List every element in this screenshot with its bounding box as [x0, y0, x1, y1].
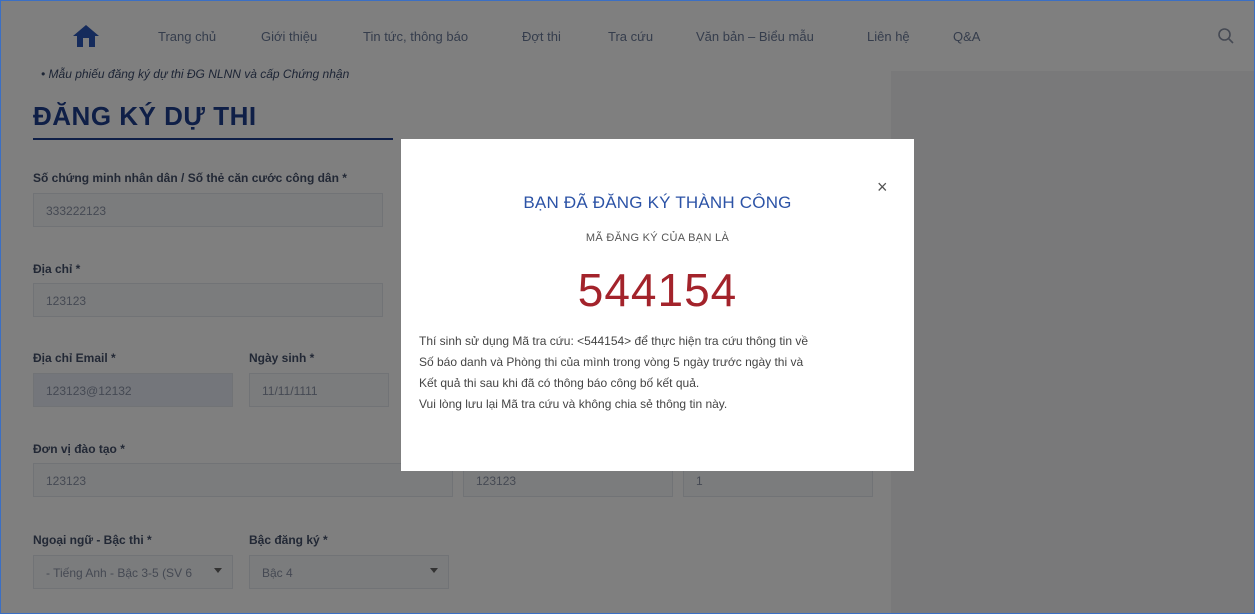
registration-code: 544154 — [577, 264, 738, 316]
modal-message: Thí sinh sử dụng Mã tra cứu: <544154> để… — [419, 331, 899, 415]
modal-message-line: Số báo danh và Phòng thi của mình trong … — [419, 355, 804, 369]
modal-message-line: Thí sinh sử dụng Mã tra cứu: <544154> để… — [419, 334, 809, 348]
modal-message-line: Kết quả thi sau khi đã có thông báo công… — [419, 376, 700, 390]
page-frame: Trang chủ Giới thiệu Tin tức, thông báo … — [0, 0, 1255, 614]
modal-subtitle: MÃ ĐĂNG KÝ CỦA BẠN LÀ — [585, 232, 730, 244]
modal-message-line: Vui lòng lưu lại Mã tra cứu và không chi… — [419, 397, 728, 411]
modal-title: BẠN ĐÃ ĐĂNG KÝ THÀNH CÔNG — [523, 193, 792, 212]
